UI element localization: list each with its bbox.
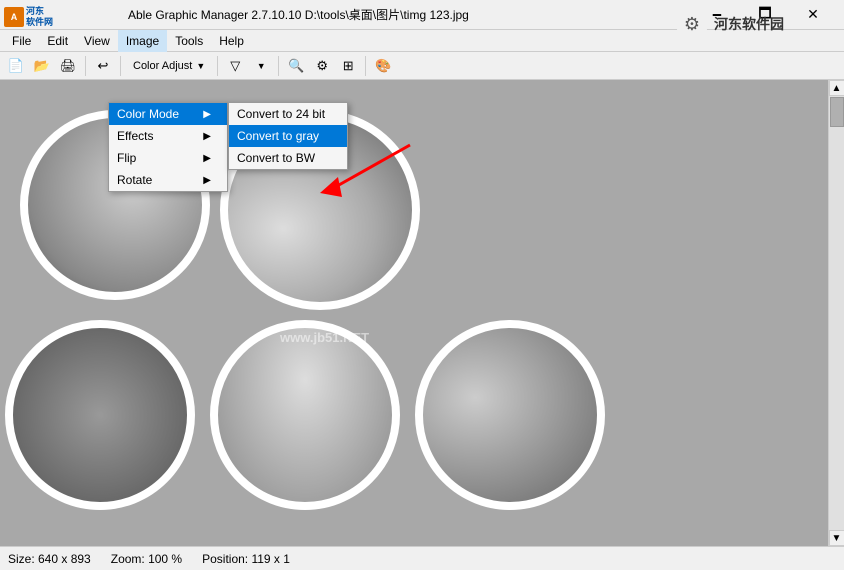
- convert-bw-label: Convert to BW: [237, 151, 315, 165]
- title-bar-text: Able Graphic Manager 2.7.10.10 D:\tools\…: [128, 6, 694, 23]
- watermark-area: ⚙ 河东软件园: [676, 8, 784, 40]
- color-adjust-label: Color Adjust: [133, 60, 192, 72]
- toolbar: 📄 📂 🖨 ↩ Color Adjust ▼ ▽ ▼ 🔍 ⚙ ⊞ 🎨: [0, 52, 844, 80]
- effects-arrow: ▶: [203, 131, 211, 142]
- zoom-tool[interactable]: 🔍: [284, 54, 308, 78]
- scroll-up-button[interactable]: ▲: [829, 80, 844, 96]
- watermark-site: 河东软件网: [26, 6, 53, 28]
- vertical-scrollbar: ▲ ▼: [828, 80, 844, 546]
- title-bar: A 河东软件网 Able Graphic Manager 2.7.10.10 D…: [0, 0, 844, 30]
- scroll-track: [829, 96, 844, 530]
- color-mode-arrow: ▶: [203, 109, 211, 120]
- select-tool[interactable]: ▽: [223, 54, 247, 78]
- flip-menu-item[interactable]: Flip ▶: [109, 147, 227, 169]
- color-mode-submenu: Convert to 24 bit Convert to gray Conver…: [228, 102, 348, 170]
- convert-bw-item[interactable]: Convert to BW: [229, 147, 347, 169]
- settings-tool[interactable]: ⚙: [310, 54, 334, 78]
- main-area: www.jb51.NET Color Mode ▶ Effects ▶ Flip…: [0, 80, 844, 546]
- scroll-thumb[interactable]: [830, 97, 844, 127]
- status-bar: Size: 640 x 893 Zoom: 100 % Position: 11…: [0, 546, 844, 570]
- convert-24bit-item[interactable]: Convert to 24 bit: [229, 103, 347, 125]
- menu-image[interactable]: Image: [118, 30, 167, 52]
- image-canvas: www.jb51.NET Color Mode ▶ Effects ▶ Flip…: [0, 80, 828, 546]
- effects-label: Effects: [117, 129, 153, 143]
- separator-1: [85, 56, 86, 76]
- undo-button[interactable]: ↩: [91, 54, 115, 78]
- flip-label: Flip: [117, 151, 136, 165]
- circle-bottom-right: [415, 320, 605, 510]
- menu-edit[interactable]: Edit: [39, 30, 76, 52]
- circle-bottom-left: [5, 320, 195, 510]
- circle-bottom-middle: [210, 320, 400, 510]
- rotate-arrow: ▶: [203, 175, 211, 186]
- convert-24bit-label: Convert to 24 bit: [237, 107, 325, 121]
- grid-tool[interactable]: ⊞: [336, 54, 360, 78]
- separator-5: [365, 56, 366, 76]
- palette-tool[interactable]: 🎨: [371, 54, 395, 78]
- open-button[interactable]: 📂: [30, 54, 54, 78]
- image-watermark: www.jb51.NET: [280, 330, 369, 345]
- color-mode-label: Color Mode: [117, 107, 179, 121]
- convert-gray-item[interactable]: Convert to gray: [229, 125, 347, 147]
- scroll-down-button[interactable]: ▼: [829, 530, 844, 546]
- gear-icon: ⚙: [676, 8, 708, 40]
- color-adjust-dropdown-arrow[interactable]: ▼: [196, 61, 205, 71]
- rotate-menu-item[interactable]: Rotate ▶: [109, 169, 227, 191]
- menu-tools[interactable]: Tools: [167, 30, 211, 52]
- color-mode-menu-item[interactable]: Color Mode ▶: [109, 103, 227, 125]
- status-zoom: Zoom: 100 %: [111, 552, 182, 566]
- menu-file[interactable]: File: [4, 30, 39, 52]
- separator-3: [217, 56, 218, 76]
- new-button[interactable]: 📄: [4, 54, 28, 78]
- print-button[interactable]: 🖨: [56, 54, 80, 78]
- status-size: Size: 640 x 893: [8, 552, 91, 566]
- close-button[interactable]: ✕: [790, 0, 836, 30]
- app-icon: A: [4, 7, 24, 27]
- menu-help[interactable]: Help: [211, 30, 252, 52]
- app-logo: A 河东软件网: [4, 6, 53, 28]
- select-dropdown[interactable]: ▼: [249, 54, 273, 78]
- image-context-menu: Color Mode ▶ Effects ▶ Flip ▶ Rotate ▶: [108, 102, 228, 192]
- color-adjust-button[interactable]: Color Adjust ▼: [126, 57, 212, 75]
- effects-menu-item[interactable]: Effects ▶: [109, 125, 227, 147]
- menu-view[interactable]: View: [76, 30, 118, 52]
- status-position: Position: 119 x 1: [202, 552, 290, 566]
- separator-4: [278, 56, 279, 76]
- watermark-text: 河东软件园: [714, 14, 784, 34]
- flip-arrow: ▶: [203, 153, 211, 164]
- separator-2: [120, 56, 121, 76]
- convert-gray-label: Convert to gray: [237, 129, 319, 143]
- rotate-label: Rotate: [117, 173, 152, 187]
